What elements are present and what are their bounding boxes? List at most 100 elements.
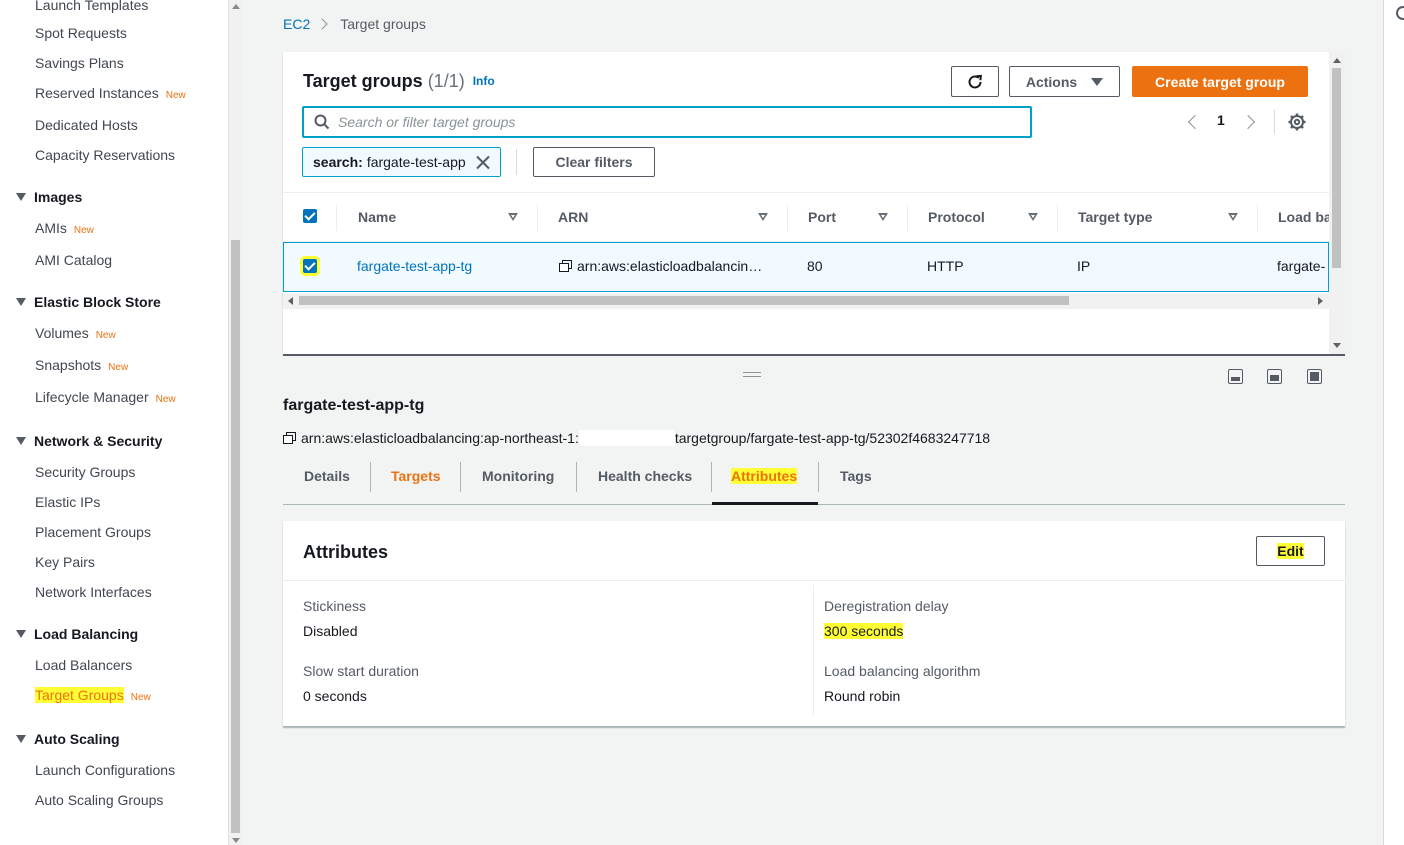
scrollbar-thumb[interactable] (231, 240, 240, 833)
actions-button[interactable]: Actions (1009, 66, 1120, 97)
sidebar-item-placement-groups[interactable]: Placement Groups (35, 523, 151, 541)
tab-health-checks[interactable]: Health checks (598, 468, 692, 484)
scrollbar-thumb[interactable] (299, 296, 1069, 305)
target-type-cell: IP (1077, 258, 1091, 274)
refresh-button[interactable] (951, 66, 999, 97)
sort-caret-icon[interactable] (758, 213, 768, 221)
chevron-right-icon[interactable] (1240, 114, 1256, 130)
sidebar-item-target-groups[interactable]: Target Groups New (35, 686, 151, 707)
page-number[interactable]: 1 (1217, 112, 1225, 128)
caret-down-icon (16, 735, 26, 743)
column-header-port[interactable]: Port (808, 209, 836, 225)
select-all-checkbox[interactable] (303, 209, 317, 223)
sort-caret-icon[interactable] (1228, 213, 1238, 221)
drag-handle-icon[interactable] (743, 372, 761, 377)
sidebar-item-network-interfaces[interactable]: Network Interfaces (35, 583, 152, 601)
column-header-name[interactable]: Name (358, 209, 396, 225)
target-groups-panel: Target groups (1/1) Info Actions Create t… (283, 52, 1329, 354)
tab-details[interactable]: Details (304, 468, 350, 484)
column-header-arn[interactable]: ARN (558, 209, 588, 225)
panel-vertical-scrollbar[interactable] (1329, 52, 1345, 354)
divider (516, 149, 517, 175)
breadcrumb-current: Target groups (340, 16, 426, 32)
detail-arn: arn:aws:elasticloadbalancing:ap-northeas… (283, 430, 990, 446)
sidebar-item-load-balancers[interactable]: Load Balancers (35, 656, 132, 674)
scroll-up-icon[interactable] (1333, 58, 1341, 63)
scroll-down-icon[interactable] (232, 838, 240, 843)
deregistration-delay-label: Deregistration delay (824, 598, 949, 614)
row-checkbox[interactable] (303, 259, 317, 273)
sidebar-scrollbar[interactable] (228, 0, 242, 845)
sidebar-item-volumes[interactable]: Volumes New (35, 324, 116, 345)
column-header-target-type[interactable]: Target type (1078, 209, 1152, 225)
sidebar-section-ebs[interactable]: Elastic Block Store (16, 293, 161, 311)
sort-caret-icon[interactable] (1028, 213, 1038, 221)
gear-icon[interactable] (1288, 113, 1306, 131)
sidebar-item-dedicated-hosts[interactable]: Dedicated Hosts (35, 116, 138, 134)
sidebar-section-load-balancing[interactable]: Load Balancing (16, 625, 138, 643)
sidebar-item-amis[interactable]: AMIs New (35, 219, 94, 240)
split-full-icon[interactable] (1307, 369, 1322, 384)
target-group-name-link[interactable]: fargate-test-app-tg (357, 258, 472, 274)
split-bottom-icon[interactable] (1228, 369, 1243, 384)
scrollbar-thumb[interactable] (1332, 68, 1341, 268)
info-link[interactable]: Info (473, 74, 495, 88)
help-icon[interactable] (1396, 6, 1404, 20)
sidebar-item-elastic-ips[interactable]: Elastic IPs (35, 493, 100, 511)
deregistration-delay-value: 300 seconds (824, 623, 904, 639)
sidebar-item-reserved-instances[interactable]: Reserved Instances New (35, 84, 186, 105)
sidebar-item-launch-templates[interactable]: Launch Templates (35, 0, 148, 14)
split-middle-icon[interactable] (1267, 369, 1282, 384)
search-input[interactable] (338, 113, 1018, 131)
sidebar-section-network-security[interactable]: Network & Security (16, 432, 162, 450)
column-header-load-balancer[interactable]: Load ba (1278, 209, 1329, 225)
tab-attributes[interactable]: Attributes (731, 468, 798, 484)
sidebar-section-images[interactable]: Images (16, 188, 82, 206)
copy-icon[interactable] (283, 432, 296, 444)
copy-icon[interactable] (559, 260, 572, 272)
scroll-right-icon[interactable] (1318, 297, 1323, 305)
caret-down-icon (16, 298, 26, 306)
tab-targets[interactable]: Targets (391, 468, 441, 484)
close-icon[interactable] (476, 155, 490, 169)
sidebar-section-auto-scaling[interactable]: Auto Scaling (16, 730, 120, 748)
sidebar: Launch Templates Spot Requests Savings P… (0, 0, 228, 845)
new-badge: New (95, 330, 116, 341)
column-divider (813, 585, 814, 715)
search-field[interactable] (302, 106, 1032, 138)
scroll-left-icon[interactable] (288, 297, 293, 305)
sidebar-item-capacity-reservations[interactable]: Capacity Reservations (35, 146, 175, 164)
sort-caret-icon[interactable] (878, 213, 888, 221)
sidebar-item-snapshots[interactable]: Snapshots New (35, 356, 128, 377)
tab-tags[interactable]: Tags (840, 468, 872, 484)
sidebar-item-key-pairs[interactable]: Key Pairs (35, 553, 95, 571)
chevron-left-icon[interactable] (1187, 114, 1203, 130)
table-horizontal-scrollbar[interactable] (283, 293, 1329, 309)
column-header-protocol[interactable]: Protocol (928, 209, 985, 225)
create-target-group-button[interactable]: Create target group (1132, 66, 1308, 97)
sidebar-item-auto-scaling-groups[interactable]: Auto Scaling Groups (35, 791, 163, 809)
selection-count: (1/1) (427, 71, 465, 91)
sort-caret-icon[interactable] (508, 213, 518, 221)
table-row[interactable]: fargate-test-app-tg arn:aws:elasticloadb… (283, 242, 1329, 292)
new-badge: New (165, 90, 186, 101)
sidebar-item-security-groups[interactable]: Security Groups (35, 463, 135, 481)
sidebar-item-savings-plans[interactable]: Savings Plans (35, 54, 124, 72)
attributes-panel: Attributes Edit Stickiness Disabled Slow… (283, 521, 1345, 727)
split-divider (283, 354, 1345, 356)
breadcrumb-ec2-link[interactable]: EC2 (283, 16, 310, 32)
load-balancing-algorithm-label: Load balancing algorithm (824, 663, 981, 679)
sidebar-item-launch-configurations[interactable]: Launch Configurations (35, 761, 175, 779)
clear-filters-button[interactable]: Clear filters (533, 147, 655, 177)
sidebar-item-spot-requests[interactable]: Spot Requests (35, 24, 127, 42)
scroll-down-icon[interactable] (1333, 343, 1341, 348)
slow-start-label: Slow start duration (303, 663, 419, 679)
sidebar-item-ami-catalog[interactable]: AMI Catalog (35, 251, 112, 269)
load-balancing-algorithm-value: Round robin (824, 688, 901, 704)
sidebar-item-lifecycle-manager[interactable]: Lifecycle Manager New (35, 388, 176, 409)
divider (1274, 110, 1275, 134)
scroll-up-icon[interactable] (232, 4, 240, 9)
port-cell: 80 (807, 258, 823, 274)
tab-monitoring[interactable]: Monitoring (482, 468, 554, 484)
edit-button[interactable]: Edit (1256, 536, 1325, 566)
